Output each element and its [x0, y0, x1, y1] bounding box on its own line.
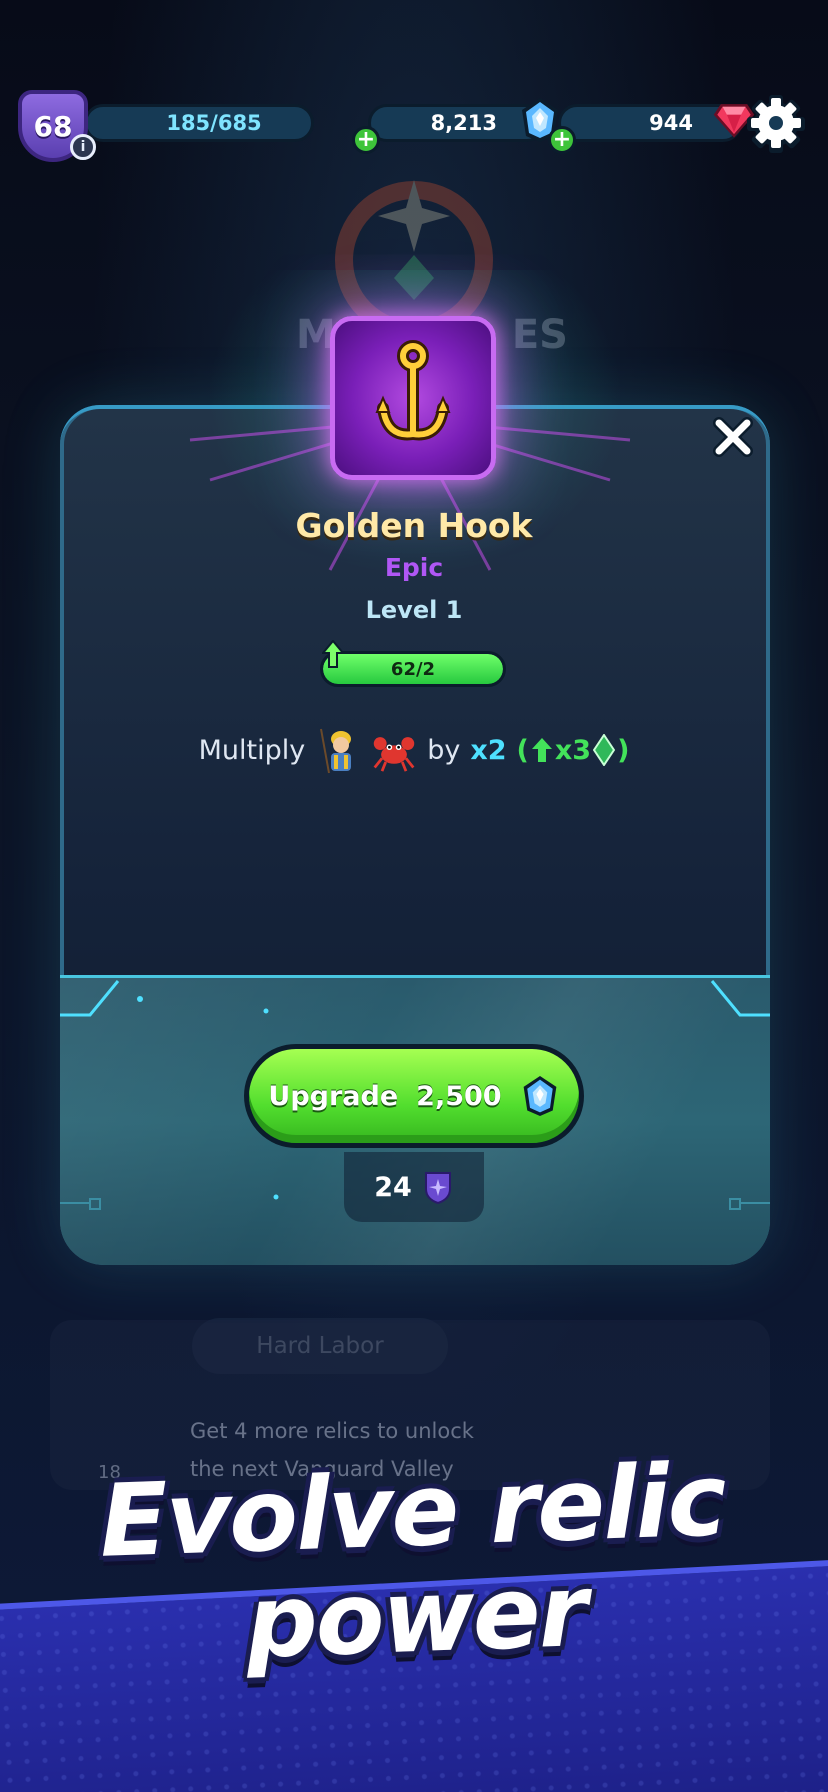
effect-bonus: ( x3 ) [516, 734, 630, 766]
golden-hook-icon [375, 340, 451, 441]
upgrade-label: Upgrade [268, 1080, 399, 1112]
close-icon [713, 417, 753, 457]
gear-icon[interactable] [746, 94, 806, 154]
promo-headline: Evolve relic power [0, 1441, 828, 1685]
xp-progress-text: 185/685 [166, 111, 262, 135]
effect-close-paren: ) [617, 734, 630, 766]
effect-bonus-value: x3 [554, 734, 592, 766]
add-gems-button[interactable]: + [352, 126, 380, 154]
fisherman-icon [320, 728, 352, 774]
relic-rarity: Epic [384, 553, 444, 582]
close-button[interactable] [708, 412, 758, 462]
gems-amount: 8,213 [430, 111, 497, 135]
up-arrow-icon [322, 640, 344, 668]
info-icon[interactable]: i [70, 134, 96, 160]
effect-by: by [427, 734, 461, 766]
top-bar: 185/685 68 i 8,213 + 944 + [18, 88, 810, 168]
relic-name: Golden Hook [295, 506, 533, 545]
add-rubies-button[interactable]: + [548, 126, 576, 154]
relic-effect: Multiply by x2 ( x3 ) [0, 722, 828, 778]
xp-bar[interactable]: 185/685 [84, 104, 314, 142]
upgrade-button[interactable]: Upgrade 2,500 [244, 1044, 584, 1148]
relic-level: Level 1 [365, 596, 463, 624]
shard-count-value: 24 [374, 1171, 412, 1203]
faded-unlock-line1: Get 4 more relics to unlock [190, 1419, 474, 1443]
crab-icon [373, 737, 415, 772]
green-gem-icon [593, 734, 616, 766]
player-level-text: 68 [33, 109, 73, 143]
relic-image-frame [330, 316, 496, 480]
upgrade-cost: 2,500 [416, 1080, 502, 1112]
blue-gem-icon [523, 1076, 556, 1116]
rubies-amount: 944 [649, 111, 693, 135]
effect-open-paren: ( [516, 734, 529, 766]
purple-shard-icon [424, 1172, 451, 1205]
effect-multiplier: x2 [470, 734, 507, 766]
shard-count: 24 [344, 1152, 484, 1222]
relic-progress-text: 62/2 [390, 658, 436, 680]
effect-prefix: Multiply [198, 734, 306, 766]
up-arrow-icon [531, 738, 552, 762]
